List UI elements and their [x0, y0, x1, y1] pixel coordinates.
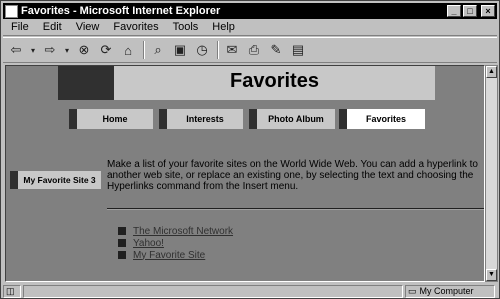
- side-button-marker: [10, 171, 18, 189]
- nav-interests-label: Interests: [167, 109, 243, 129]
- side-button-label: My Favorite Site 3: [18, 171, 101, 189]
- nav-photo-album[interactable]: Photo Album: [249, 109, 335, 129]
- page-status-icon: ◫: [3, 284, 21, 298]
- standard-toolbar: ⇦ ▾ ⇨ ▾ ⊗ ⟳ ⌂ ⌕ ▣ ◷ ✉ ⎙ ✎ ▤: [3, 37, 497, 63]
- mail-icon[interactable]: ✉: [223, 41, 241, 59]
- nav-favorites[interactable]: Favorites: [339, 109, 425, 129]
- nav-favorites-label: Favorites: [347, 109, 425, 129]
- square-bullet-icon: [118, 251, 126, 259]
- page-banner: Favorites: [58, 66, 435, 100]
- menu-view[interactable]: View: [76, 21, 100, 33]
- forward-dropdown-icon[interactable]: ▾: [63, 41, 71, 59]
- stop-icon[interactable]: ⊗: [75, 41, 93, 59]
- close-button[interactable]: ×: [481, 5, 495, 17]
- nav-home[interactable]: Home: [69, 109, 153, 129]
- intro-paragraph: Make a list of your favorite sites on th…: [107, 159, 478, 192]
- title-bar: Favorites - Microsoft Internet Explorer …: [3, 3, 497, 19]
- scroll-up-icon[interactable]: ▲: [486, 66, 497, 78]
- status-text-pane: [23, 284, 403, 298]
- page-viewport: Favorites Home Interests Photo Album Fav…: [5, 65, 485, 282]
- menu-help[interactable]: Help: [212, 21, 235, 33]
- window-title: Favorites - Microsoft Internet Explorer: [21, 5, 221, 17]
- browser-window: Favorites - Microsoft Internet Explorer …: [0, 0, 500, 299]
- menu-file[interactable]: File: [11, 21, 29, 33]
- menu-edit[interactable]: Edit: [43, 21, 62, 33]
- list-item: Yahoo!: [118, 237, 233, 249]
- link-my-favorite-site[interactable]: My Favorite Site: [133, 250, 205, 261]
- nav-marker: [339, 109, 347, 129]
- discuss-icon[interactable]: ▤: [289, 41, 307, 59]
- menu-bar: File Edit View Favorites Tools Help: [3, 19, 497, 36]
- square-bullet-icon: [118, 239, 126, 247]
- toolbar-separator: [143, 41, 145, 59]
- favorites-icon[interactable]: ▣: [171, 41, 189, 59]
- page-title: Favorites: [230, 69, 319, 92]
- link-yahoo[interactable]: Yahoo!: [133, 238, 164, 249]
- nav-interests[interactable]: Interests: [159, 109, 243, 129]
- scroll-down-icon[interactable]: ▼: [486, 269, 497, 281]
- nav-marker: [69, 109, 77, 129]
- history-icon[interactable]: ◷: [193, 41, 211, 59]
- link-microsoft-network[interactable]: The Microsoft Network: [133, 226, 233, 237]
- list-item: The Microsoft Network: [118, 225, 233, 237]
- nav-marker: [159, 109, 167, 129]
- forward-icon[interactable]: ⇨: [41, 41, 59, 59]
- vertical-scrollbar[interactable]: ▲ ▼: [485, 65, 498, 282]
- horizontal-rule: [107, 208, 484, 210]
- menu-tools[interactable]: Tools: [173, 21, 199, 33]
- edit-icon[interactable]: ✎: [267, 41, 285, 59]
- computer-icon: ▭: [408, 285, 417, 296]
- ie-app-icon: [5, 4, 18, 18]
- banner-accent-block: [58, 66, 114, 100]
- favorites-link-list: The Microsoft Network Yahoo! My Favorite…: [118, 225, 233, 261]
- back-dropdown-icon[interactable]: ▾: [29, 41, 37, 59]
- zone-label: My Computer: [419, 286, 474, 296]
- minimize-button[interactable]: _: [447, 5, 461, 17]
- zone-pane: ▭ My Computer: [405, 284, 495, 298]
- list-item: My Favorite Site: [118, 249, 233, 261]
- nav-photo-album-label: Photo Album: [257, 109, 335, 129]
- refresh-icon[interactable]: ⟳: [97, 41, 115, 59]
- print-icon[interactable]: ⎙: [245, 41, 263, 59]
- back-icon[interactable]: ⇦: [7, 41, 25, 59]
- toolbar-separator: [217, 41, 219, 59]
- nav-home-label: Home: [77, 109, 153, 129]
- nav-marker: [249, 109, 257, 129]
- menu-favorites[interactable]: Favorites: [113, 21, 158, 33]
- square-bullet-icon: [118, 227, 126, 235]
- maximize-button[interactable]: □: [463, 5, 477, 17]
- status-bar: ◫ ▭ My Computer: [3, 284, 497, 298]
- side-button-my-favorite-site-3[interactable]: My Favorite Site 3: [10, 171, 101, 189]
- home-icon[interactable]: ⌂: [119, 41, 137, 59]
- search-icon[interactable]: ⌕: [149, 41, 167, 59]
